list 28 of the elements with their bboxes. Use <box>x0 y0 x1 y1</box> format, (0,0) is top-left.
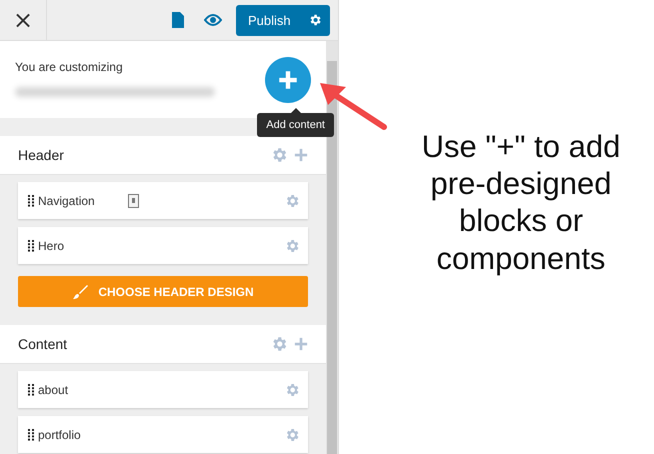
block-label: Hero <box>38 238 66 252</box>
tooltip: Add content <box>257 108 334 137</box>
drag-handle-icon[interactable] <box>28 194 34 206</box>
drag-handle-icon[interactable] <box>28 240 34 252</box>
plus-icon[interactable] <box>294 148 308 162</box>
drag-handle-icon[interactable] <box>28 384 34 396</box>
callout-text: Use "+" to add pre-designed blocks or components <box>420 128 622 277</box>
block-label: about <box>38 382 70 396</box>
section-title: Content <box>18 336 68 352</box>
block-item[interactable]: about <box>18 371 308 408</box>
section-title: Header <box>18 147 65 163</box>
scrollbar[interactable] <box>326 41 338 454</box>
block-item[interactable]: Navigation <box>18 182 308 219</box>
add-content-button[interactable] <box>265 57 311 103</box>
block-item[interactable]: Hero <box>18 227 308 264</box>
publish-button[interactable]: Publish <box>236 4 330 36</box>
block-item[interactable]: portfolio <box>18 416 308 453</box>
section-header[interactable]: Content <box>0 325 326 364</box>
section-header[interactable]: Header <box>0 136 326 175</box>
plus-icon[interactable] <box>294 337 308 351</box>
brush-icon <box>72 284 88 300</box>
drag-handle-icon[interactable] <box>28 428 34 440</box>
gear-icon[interactable] <box>308 13 322 27</box>
eye-icon[interactable] <box>204 14 222 26</box>
document-icon[interactable] <box>172 12 184 28</box>
block-label: portfolio <box>38 428 82 442</box>
block-label: Navigation <box>38 194 96 208</box>
customizing-label: You are customizing <box>15 60 123 74</box>
